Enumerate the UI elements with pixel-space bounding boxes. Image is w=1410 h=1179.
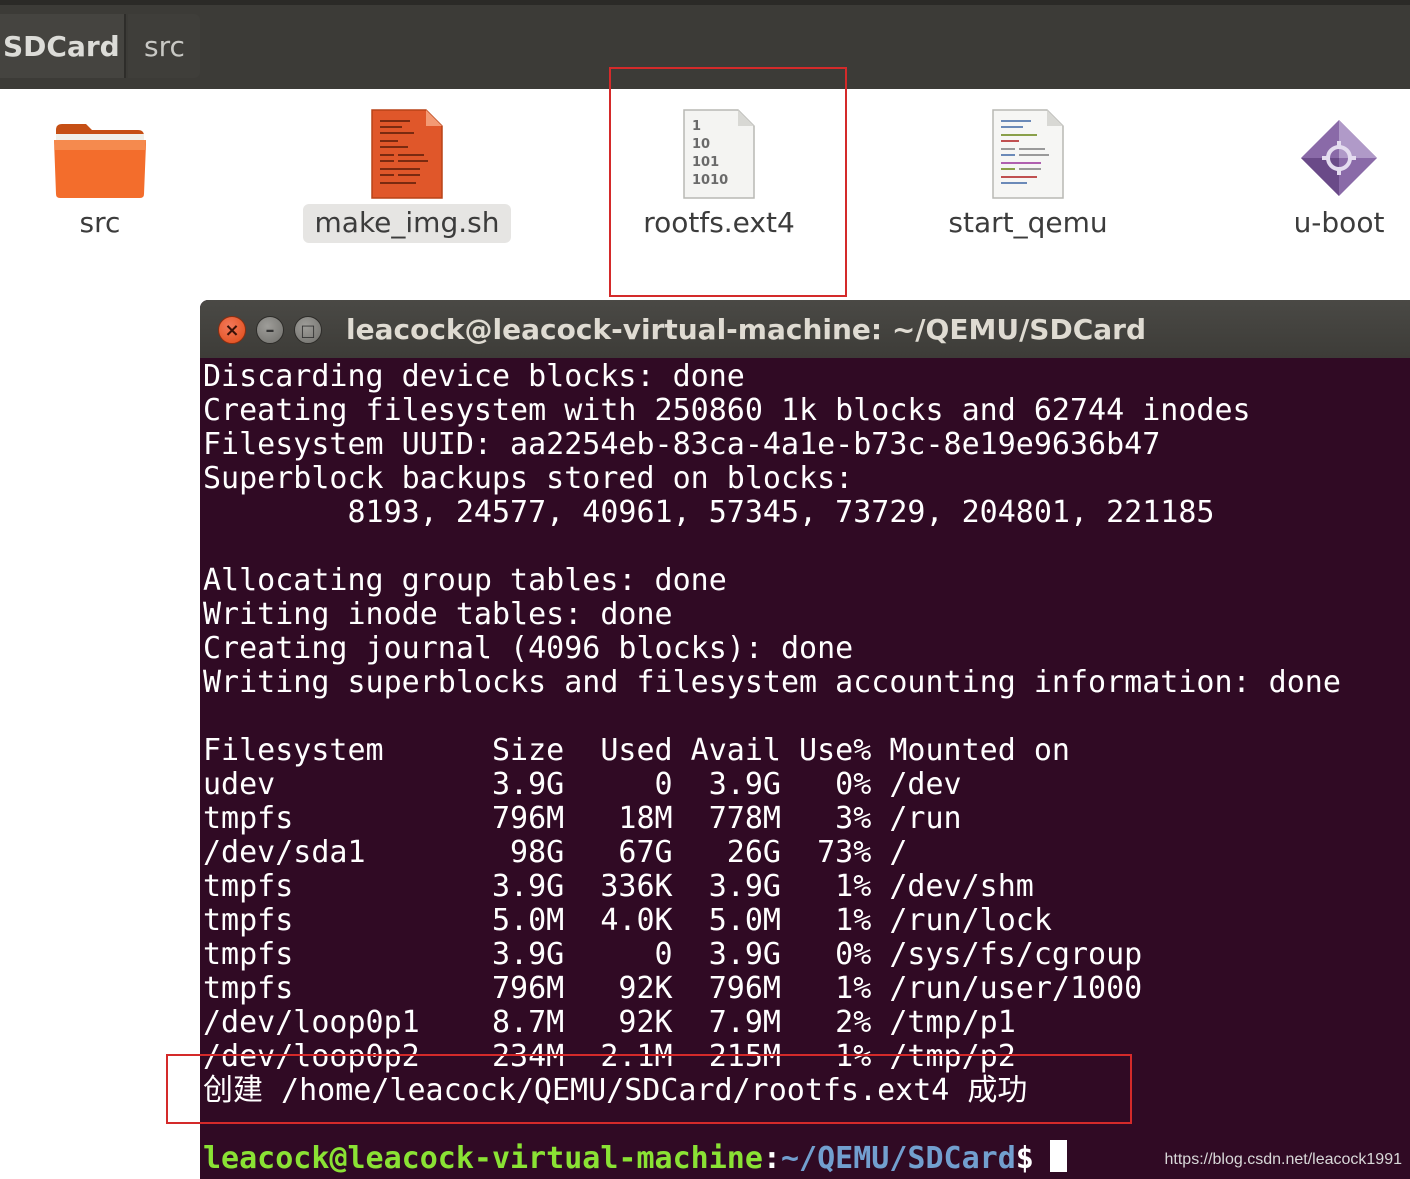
terminal-line: Writing superblocks and filesystem accou… [203,665,1341,700]
terminal-line: 8193, 24577, 40961, 57345, 73729, 204801… [203,495,1215,530]
df-row: /dev/sda1 98G 67G 26G 73% / [203,835,908,870]
highlight-box-success [166,1054,1132,1124]
folder-icon [52,100,148,200]
terminal-line: Creating filesystem with 250860 1k block… [203,393,1251,428]
terminal-title: leacock@leacock-virtual-machine: ~/QEMU/… [346,313,1146,346]
df-row: tmpfs 796M 92K 796M 1% /run/user/1000 [203,971,1143,1006]
df-row: tmpfs 3.9G 0 3.9G 0% /sys/fs/cgroup [203,937,1143,972]
minimize-button[interactable]: – [256,316,284,344]
terminal-line: Superblock backups stored on blocks: [203,461,854,496]
df-row: /dev/loop0p1 8.7M 92K 7.9M 2% /tmp/p1 [203,1005,1016,1040]
terminal-line: Discarding device blocks: done [203,359,745,394]
executable-icon [1297,100,1381,200]
file-item-make-img[interactable]: make_img.sh [292,100,522,250]
maximize-button[interactable]: □ [294,316,322,344]
df-row: tmpfs 3.9G 336K 3.9G 1% /dev/shm [203,869,1034,904]
text-script-icon [991,100,1065,200]
prompt-path: ~/QEMU/SDCard [780,1141,1016,1176]
watermark: https://blog.csdn.net/leacock1991 [1164,1151,1403,1168]
file-name: start_qemu [948,206,1108,239]
terminal-window[interactable]: × – □ leacock@leacock-virtual-machine: ~… [200,300,1410,1179]
text-cursor [1049,1140,1067,1172]
terminal-line: Allocating group tables: done [203,563,727,598]
close-button[interactable]: × [218,316,246,344]
df-row: tmpfs 5.0M 4.0K 5.0M 1% /run/lock [203,903,1052,938]
prompt-colon: : [762,1141,781,1176]
prompt-user-host: leacock@leacock-virtual-machine [203,1141,763,1176]
file-item-src[interactable]: src [0,100,215,250]
shell-script-icon [370,100,444,200]
prompt-symbol: $ [1015,1141,1034,1176]
terminal-line: Filesystem UUID: aa2254eb-83ca-4a1e-b73c… [203,427,1161,462]
breadcrumb-sdcard[interactable]: SDCard [0,14,126,78]
df-header-line: Filesystem Size Used Avail Use% Mounted … [203,733,1070,768]
minimize-icon: – [265,319,275,341]
file-name: src [79,206,121,239]
terminal-line: Creating journal (4096 blocks): done [203,631,854,666]
breadcrumb-src[interactable]: src [128,14,200,78]
terminal-line: Writing inode tables: done [203,597,673,632]
highlight-box-rootfs [609,67,847,297]
file-item-u-boot[interactable]: u-boot [1224,100,1410,250]
file-name: u-boot [1293,206,1385,239]
file-item-start-qemu[interactable]: start_qemu [913,100,1143,250]
file-name: make_img.sh [302,204,512,243]
close-icon: × [224,319,240,341]
terminal-titlebar[interactable]: × – □ leacock@leacock-virtual-machine: ~… [200,300,1410,358]
df-row: udev 3.9G 0 3.9G 0% /dev [203,767,962,802]
shell-prompt[interactable]: leacock@leacock-virtual-machine:~/QEMU/S… [203,1140,1067,1177]
path-bar-edge [0,0,1410,5]
maximize-icon: □ [300,320,316,340]
df-row: tmpfs 796M 18M 778M 3% /run [203,801,962,836]
